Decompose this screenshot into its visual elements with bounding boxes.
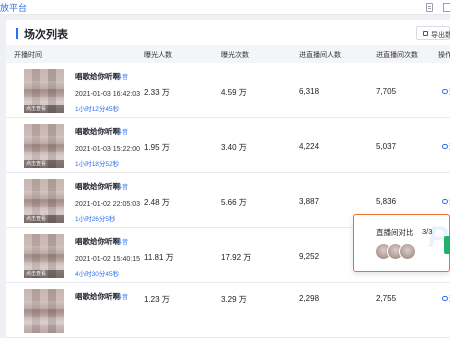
platform-badge: 抖音	[116, 185, 129, 191]
table-row[interactable]: 唱歌给你听啊 抖音 1.23 万 3.29 万 2,298 2,755 观察	[6, 283, 450, 338]
live-thumbnail[interactable]: 点击查看	[24, 179, 64, 223]
header-exposure-times[interactable]: 曝光次数	[221, 50, 249, 60]
start-time: 2021-01-02 15:40:15	[75, 256, 140, 263]
enter-users: 3,887	[299, 197, 320, 206]
eye-icon	[442, 296, 448, 301]
live-duration: 1小时12分45秒	[75, 106, 120, 113]
export-icon	[423, 31, 428, 36]
header-exposure-users[interactable]: 曝光人数	[144, 50, 172, 60]
platform-badge: 抖音	[116, 75, 129, 81]
room-name[interactable]: 唱歌给你听啊	[75, 291, 120, 302]
exposure-users: 1.95 万	[144, 143, 170, 152]
compare-avatars	[375, 243, 419, 261]
enter-times: 5,037	[376, 142, 397, 151]
exposure-times: 3.40 万	[221, 143, 247, 152]
start-time: 2021-01-03 16:42:03	[75, 91, 140, 98]
exposure-times: 17.92 万	[221, 253, 252, 262]
room-name[interactable]: 唱歌给你听啊	[75, 126, 120, 137]
enter-times: 7,705	[376, 87, 397, 96]
enter-times: 5,836	[376, 197, 397, 206]
start-time: 2021-01-02 22:05:03	[75, 201, 140, 208]
room-name[interactable]: 唱歌给你听啊	[75, 236, 120, 247]
start-time: 2021-01-03 15:22:00	[75, 146, 140, 153]
avatar[interactable]	[399, 243, 416, 260]
eye-icon	[442, 144, 448, 149]
export-button[interactable]: 导出数	[416, 26, 450, 40]
enter-times: 2,755	[376, 294, 397, 303]
enter-users: 2,298	[299, 294, 320, 303]
live-duration: 1小时26分5秒	[75, 216, 116, 223]
enter-users: 9,252	[299, 252, 320, 261]
header-operation: 操作	[438, 52, 450, 59]
export-button-label: 导出数	[431, 32, 450, 39]
thumbnail-overlay: 点击查看	[24, 160, 64, 168]
row-action-link[interactable]: 观察	[442, 142, 450, 152]
title-accent-bar	[16, 28, 18, 39]
eye-icon	[442, 89, 448, 94]
thumbnail-overlay: 点击查看	[24, 105, 64, 113]
thumbnail-overlay: 点击查看	[24, 215, 64, 223]
table-row[interactable]: 点击查看 唱歌给你听啊 抖音 2021-01-03 15:22:00 1小时18…	[6, 118, 450, 173]
app-title[interactable]: 放平台	[0, 1, 27, 14]
header-start-time[interactable]: 开播时间	[14, 50, 42, 60]
thumbnail-overlay: 点击查看	[24, 270, 64, 278]
live-thumbnail[interactable]: 点击查看	[24, 124, 64, 168]
exposure-users: 2.48 万	[144, 198, 170, 207]
exposure-users: 11.81 万	[144, 253, 174, 262]
row-action-link[interactable]: 观察	[442, 197, 450, 207]
platform-badge: 抖音	[116, 130, 129, 136]
live-thumbnail[interactable]	[24, 289, 64, 333]
room-name[interactable]: 唱歌给你听啊	[75, 181, 120, 192]
enter-users: 4,224	[299, 142, 320, 151]
live-thumbnail[interactable]: 点击查看	[24, 69, 64, 113]
compare-count: 3/3	[422, 227, 433, 236]
header-enter-times[interactable]: 进直播间次数	[376, 50, 418, 60]
platform-badge: 抖音	[116, 240, 129, 246]
compare-title: 直播间对比	[376, 228, 414, 237]
exposure-times: 5.66 万	[221, 198, 247, 207]
exposure-times: 4.59 万	[221, 88, 247, 97]
room-name[interactable]: 唱歌给你听啊	[75, 71, 120, 82]
live-duration: 1小时18分52秒	[75, 161, 120, 168]
exposure-users: 2.33 万	[144, 88, 170, 97]
live-duration: 4小时30分45秒	[75, 271, 120, 278]
live-thumbnail[interactable]: 点击查看	[24, 234, 64, 278]
table-row[interactable]: 点击查看 唱歌给你听啊 抖音 2021-01-03 16:42:03 1小时12…	[6, 63, 450, 118]
row-action-link[interactable]: 观察	[442, 87, 450, 97]
copy-icon[interactable]	[443, 3, 450, 12]
panel-title: 场次列表	[24, 29, 68, 41]
document-icon[interactable]	[426, 3, 433, 12]
table-header: 开播时间 曝光人数 曝光次数 进直播间人数 进直播间次数 操作	[6, 45, 450, 63]
header-enter-users[interactable]: 进直播间人数	[299, 50, 341, 60]
row-action-link[interactable]: 观察	[442, 294, 450, 304]
compare-action-button[interactable]	[444, 236, 450, 254]
eye-icon	[442, 199, 448, 204]
live-compare-card[interactable]: P 直播间对比 3/3	[353, 214, 450, 272]
top-bar: 放平台	[0, 0, 450, 15]
enter-users: 6,318	[299, 87, 320, 96]
